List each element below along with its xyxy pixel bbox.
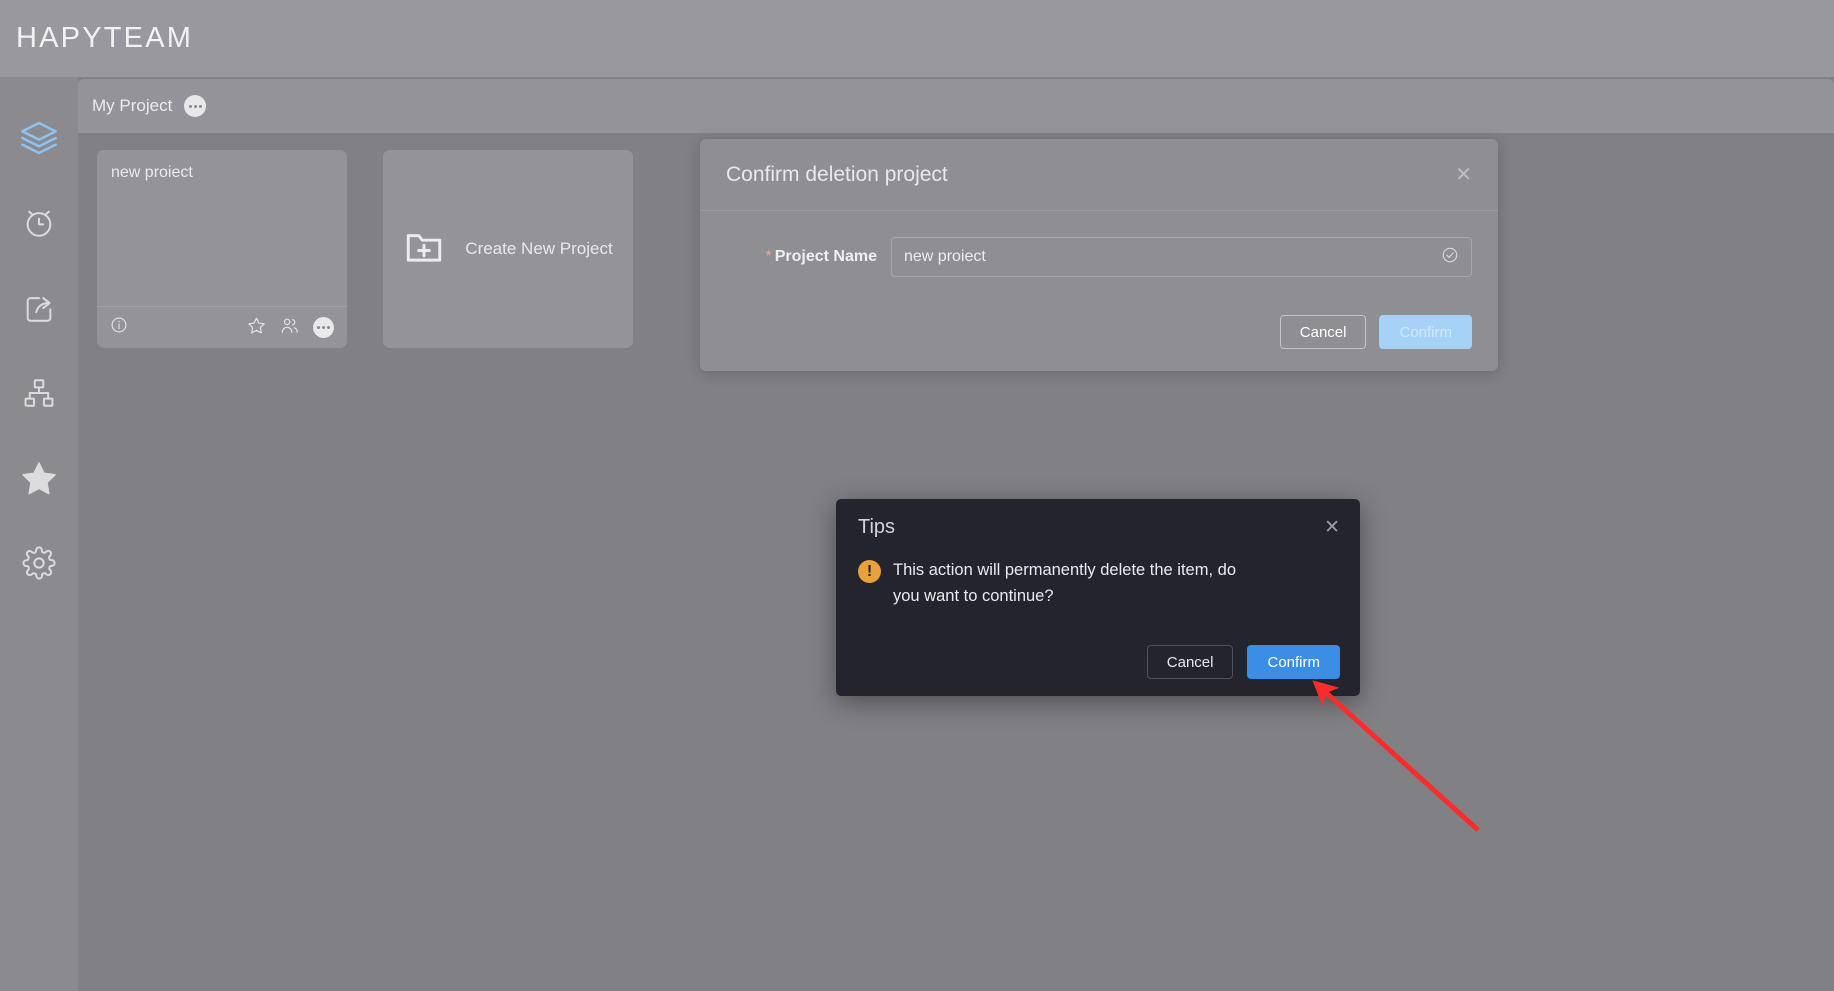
tips-modal-title: Tips [858,516,896,538]
check-circle-icon [1441,246,1459,269]
project-card-more-ellipsis-icon[interactable] [313,317,334,338]
gear-icon [22,545,56,580]
tips-modal-body: ! This action will permanently delete th… [836,539,1360,610]
sidebar-item-layers[interactable] [0,95,78,180]
confirm-deletion-dialog: Confirm deletion project ✕ * Project Name… [700,139,1498,371]
tips-modal: Tips ✕ ! This action will permanently de… [836,499,1360,696]
info-circle-icon[interactable] [110,316,128,339]
warning-icon: ! [858,560,881,583]
layers-icon [19,118,59,158]
project-card-row: new proiect Create New Project [97,150,633,348]
deletion-cancel-button[interactable]: Cancel [1279,315,1367,349]
create-new-project-label: Create New Project [465,239,613,258]
project-card-footer [97,306,347,348]
star-outline-icon[interactable] [247,316,266,340]
share-icon [22,291,56,325]
top-header-bar: HAPYTEAM [0,0,1834,77]
project-card-title: new proiect [111,164,193,181]
project-name-input[interactable]: new proiect [891,237,1472,277]
project-card[interactable]: new proiect [97,150,347,348]
tips-cancel-button[interactable]: Cancel [1146,645,1234,679]
folder-plus-icon [403,226,445,273]
required-marker: * [765,248,772,265]
sidebar-item-favorites[interactable] [0,435,78,520]
tips-confirm-button[interactable]: Confirm [1247,645,1340,679]
sidebar-item-share[interactable] [0,265,78,350]
project-name-input-value: new proiect [904,248,986,265]
project-name-label-text: Project Name [774,248,877,265]
app-brand-title: HAPYTEAM [16,22,194,54]
project-name-label: * Project Name [726,248,891,266]
confirm-deletion-dialog-header: Confirm deletion project ✕ [700,139,1498,211]
sidebar-item-org-chart[interactable] [0,350,78,435]
tips-modal-message: This action will permanently delete the … [893,561,1237,606]
alarm-clock-icon [22,206,56,240]
deletion-confirm-button[interactable]: Confirm [1379,315,1472,349]
confirm-deletion-dialog-body: * Project Name new proiect [700,211,1498,277]
project-card-actions [247,316,334,340]
tab-my-project[interactable]: My Project [92,96,172,116]
star-filled-icon [20,459,58,497]
app-root: HAPYTEAM My Project new proiect Create N… [0,0,1834,991]
tips-modal-footer: Cancel Confirm [1146,645,1340,679]
sidebar-item-settings[interactable] [0,520,78,605]
people-icon[interactable] [280,316,299,340]
confirm-deletion-dialog-footer: Cancel Confirm [1279,315,1472,349]
close-icon[interactable]: ✕ [1324,518,1340,537]
left-sidebar [0,77,78,991]
tab-overflow-ellipsis-icon[interactable] [184,95,207,117]
sidebar-item-history[interactable] [0,180,78,265]
create-new-project-card[interactable]: Create New Project [383,150,633,348]
org-chart-icon [22,376,56,410]
project-tab-bar: My Project [78,79,1834,133]
tips-modal-header: Tips ✕ [836,499,1360,539]
close-icon[interactable]: ✕ [1455,165,1472,185]
confirm-deletion-dialog-title: Confirm deletion project [726,162,948,186]
